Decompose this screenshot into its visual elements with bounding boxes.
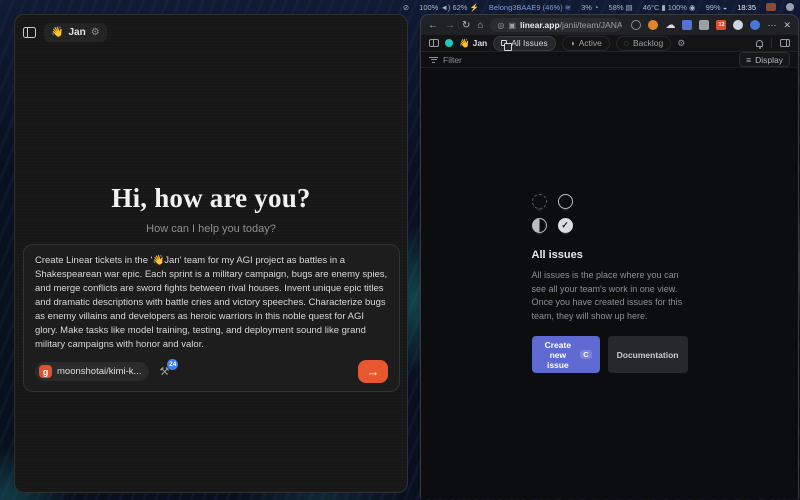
extension-icon-ring[interactable]	[631, 20, 641, 30]
dnd-icon: ⊘	[403, 3, 409, 12]
backlog-status-icon: ◌	[624, 38, 629, 48]
create-new-issue-button[interactable]: Create new issue C	[532, 336, 600, 373]
prompt-input-text[interactable]: Create Linear tickets in the '👋Jan' team…	[35, 254, 388, 352]
clock: 18:35	[737, 3, 756, 12]
jan-app-window: 👋 Jan ⚙ Hi, how are you? How can I help …	[14, 14, 408, 493]
wifi-status: Belong3BAAE9 (46%) ≋	[489, 3, 571, 12]
site-shield-icon[interactable]: ▣	[508, 21, 516, 30]
all-issues-icon	[501, 40, 507, 46]
url-path: /janii/team/JANAPP/all	[560, 20, 623, 30]
documentation-button[interactable]: Documentation	[608, 336, 688, 373]
tools-button[interactable]: ⚒ 24	[159, 365, 169, 378]
model-name-label: moonshotai/kimi-k...	[57, 366, 141, 377]
profile-icon[interactable]: ◎	[497, 21, 504, 30]
send-arrow-icon: →	[367, 364, 380, 379]
browser-toolbar: ← → ↻ ⌂ ◎ ▣ linear.app/janii/team/JANAPP…	[421, 15, 798, 35]
model-selector[interactable]: g moonshotai/kimi-k...	[35, 362, 149, 381]
done-coin-icon: ✓	[558, 218, 573, 233]
header-divider	[771, 38, 772, 48]
extension-icon-lightblue[interactable]	[733, 20, 743, 30]
toolbar-close-icon[interactable]: ✕	[783, 20, 791, 31]
volume-status: 100% ◄) 62% ⚡	[419, 3, 479, 12]
composer-toolbar: g moonshotai/kimi-k... ⚒ 24 →	[35, 360, 388, 383]
desktop-wallpaper: ⊘ 100% ◄) 62% ⚡ Belong3BAAE9 (46%) ≋ 3% …	[0, 0, 800, 500]
forward-button[interactable]: →	[445, 20, 455, 31]
linear-app: 👋 Jan All Issues ◑ Active ◌ Backlog ⚙	[421, 35, 798, 499]
todo-coin-icon	[558, 194, 573, 209]
in-progress-coin-icon	[532, 218, 547, 233]
tray-screenshot-icon[interactable]	[766, 3, 776, 11]
extension-icon-blue-flag[interactable]	[682, 20, 692, 30]
send-button[interactable]: →	[358, 360, 388, 383]
extension-icon-red-badge[interactable]: 12	[716, 20, 726, 30]
back-button[interactable]: ←	[428, 20, 438, 31]
extension-icon-orange[interactable]	[648, 20, 658, 30]
extension-icon-photo[interactable]	[699, 20, 709, 30]
jan-header: 👋 Jan ⚙	[15, 15, 407, 42]
cpu-status: 3% ◔	[581, 3, 598, 12]
reload-button[interactable]: ↻	[462, 20, 470, 31]
backlog-coin-icon	[532, 194, 547, 209]
tab-backlog[interactable]: ◌ Backlog	[616, 36, 671, 51]
jan-thread-tab[interactable]: 👋 Jan ⚙	[44, 23, 107, 42]
filter-bar: Filter ≡ Display	[421, 52, 798, 68]
workspace-avatar[interactable]	[445, 39, 453, 47]
greeting-title: Hi, how are you?	[15, 183, 407, 214]
extensions-row: ☁ 12 ⋯ ✕	[631, 20, 791, 31]
model-provider-icon: g	[39, 365, 52, 378]
thread-tab-label: Jan	[68, 27, 85, 38]
temperature-status: 46°C ▮ 100% ◉	[643, 3, 696, 12]
wave-emoji-icon: 👋	[51, 27, 63, 38]
active-status-icon: ◑	[570, 38, 575, 48]
browser-window: ← → ↻ ⌂ ◎ ▣ linear.app/janii/team/JANAPP…	[420, 14, 799, 499]
linear-content: ✓ All issues All issues is the place whe…	[421, 68, 798, 499]
url-host: linear.app	[520, 20, 560, 30]
create-new-issue-label: Create new issue	[540, 340, 577, 370]
greeting-block: Hi, how are you? How can I help you toda…	[15, 183, 407, 235]
team-label: Jan	[473, 38, 488, 48]
right-panel-toggle-icon[interactable]	[780, 39, 790, 47]
linear-header: 👋 Jan All Issues ◑ Active ◌ Backlog ⚙	[421, 35, 798, 52]
filter-button[interactable]: Filter	[443, 55, 462, 65]
notifications-bell-icon[interactable]	[756, 40, 763, 47]
chat-composer[interactable]: Create Linear tickets in the '👋Jan' team…	[23, 244, 400, 392]
tray-app-icon[interactable]	[786, 3, 794, 11]
tab-all-issues-label: All Issues	[511, 38, 547, 48]
empty-state-description: All issues is the place where you can se…	[532, 269, 688, 323]
tab-all-issues[interactable]: All Issues	[493, 36, 555, 51]
empty-state-actions: Create new issue C Documentation	[532, 336, 688, 373]
thread-settings-gear-icon[interactable]: ⚙	[91, 27, 100, 38]
system-status-bar: ⊘ 100% ◄) 62% ⚡ Belong3BAAE9 (46%) ≋ 3% …	[0, 0, 800, 14]
extension-icon-blue[interactable]	[750, 20, 760, 30]
view-settings-gear-icon[interactable]: ⚙	[677, 38, 685, 49]
address-bar[interactable]: ◎ ▣ linear.app/janii/team/JANAPP/all ▤ ◨	[490, 18, 622, 32]
display-button[interactable]: ≡ Display	[739, 52, 790, 67]
battery-status: 99% ◒	[706, 3, 728, 12]
greeting-subtitle: How can I help you today?	[15, 223, 407, 235]
memory-status: 58% ▤	[609, 3, 633, 12]
linear-header-right	[756, 38, 790, 48]
display-sliders-icon: ≡	[746, 55, 751, 65]
team-wave-emoji-icon: 👋	[459, 38, 470, 49]
shortcut-key-badge: C	[580, 350, 591, 359]
team-name: 👋 Jan	[459, 38, 487, 49]
empty-state-title: All issues	[532, 249, 688, 261]
tab-active-label: Active	[579, 38, 602, 48]
filter-funnel-icon	[429, 57, 438, 63]
linear-sidebar-toggle-icon[interactable]	[429, 39, 439, 47]
home-button[interactable]: ⌂	[477, 20, 483, 31]
tools-count-badge: 24	[167, 359, 178, 370]
display-button-label: Display	[755, 55, 783, 65]
status-icons-grid: ✓	[532, 194, 688, 233]
empty-state: ✓ All issues All issues is the place whe…	[532, 194, 688, 373]
extension-icon-cloud[interactable]: ☁	[665, 20, 675, 30]
sidebar-toggle-icon[interactable]	[23, 27, 36, 38]
toolbar-overflow-icon[interactable]: ⋯	[767, 20, 776, 31]
tab-active[interactable]: ◑ Active	[562, 36, 610, 51]
tab-backlog-label: Backlog	[633, 38, 663, 48]
